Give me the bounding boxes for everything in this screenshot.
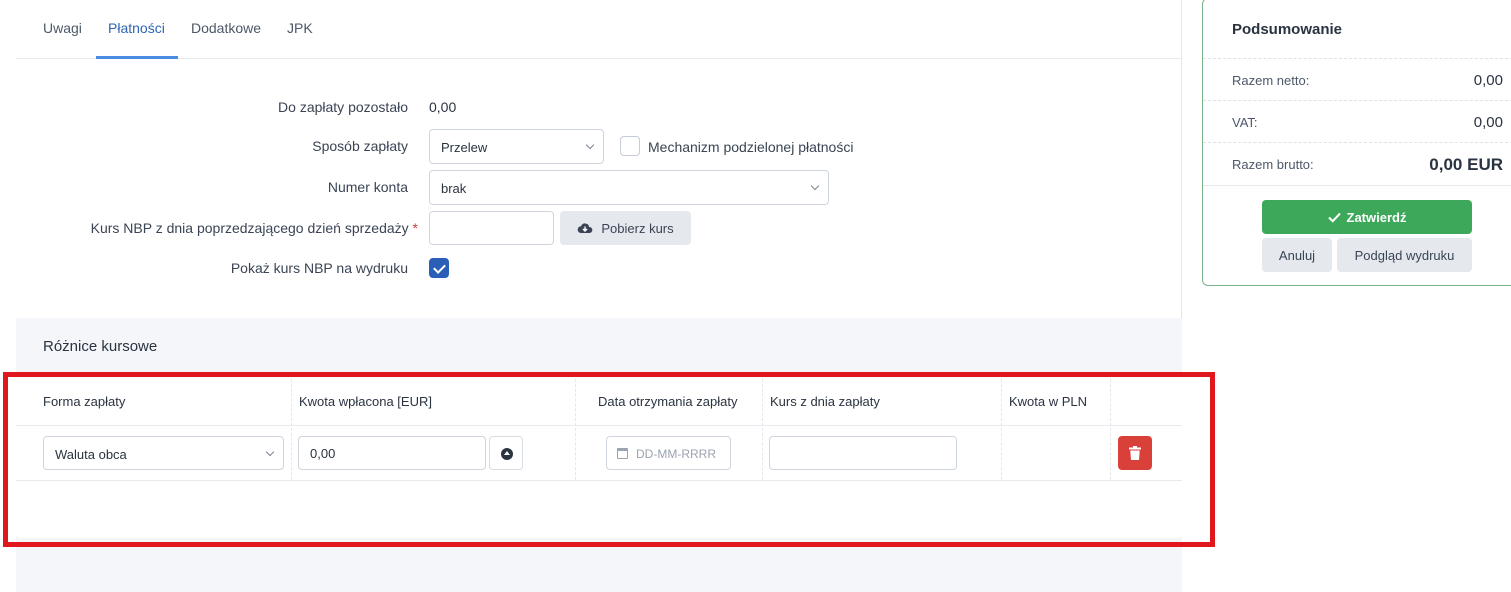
nbp-rate-label-text: Kurs NBP z dnia poprzedzającego dzień sp… xyxy=(90,220,409,236)
fetch-rate-button[interactable]: Pobierz kurs xyxy=(560,211,691,245)
payment-form-select[interactable]: Waluta obca xyxy=(43,436,284,470)
rate-input[interactable] xyxy=(769,436,957,470)
column-divider xyxy=(1001,374,1002,480)
active-tab-indicator xyxy=(96,56,178,59)
payment-form-value: Waluta obca xyxy=(55,447,127,462)
fetch-rate-label: Pobierz kurs xyxy=(601,220,674,236)
net-total-value: 0,00 xyxy=(1473,72,1503,89)
column-header: Kwota wpłacona [EUR] xyxy=(299,394,432,409)
account-value: brak xyxy=(441,181,467,196)
payments-card: Uwagi Płatności Dodatkowe JPK Do zapłaty… xyxy=(16,0,1182,318)
header-divider xyxy=(16,425,1182,426)
cancel-label: Anuluj xyxy=(1278,247,1316,263)
amount-input[interactable]: 0,00 xyxy=(298,436,486,470)
required-mark: * xyxy=(412,220,418,236)
payment-date-input[interactable]: DD-MM-RRRR xyxy=(606,436,731,470)
nbp-rate-label: Kurs NBP z dnia poprzedzającego dzień sp… xyxy=(91,220,418,236)
payment-method-label: Sposób zapłaty xyxy=(312,138,408,154)
split-payment-label: Mechanizm podzielonej płatności xyxy=(648,139,854,155)
split-payment-checkbox[interactable] xyxy=(620,136,640,156)
date-placeholder: DD-MM-RRRR xyxy=(636,447,716,461)
print-preview-label: Podgląd wydruku xyxy=(1354,247,1455,263)
exchange-table: Forma zapłaty Kwota wpłacona [EUR] Data … xyxy=(16,374,1182,538)
confirm-button[interactable]: Zatwierdź xyxy=(1262,200,1472,234)
payment-method-value: Przelew xyxy=(441,140,488,155)
gross-total-row: Razem brutto: 0,00 EUR xyxy=(1203,142,1511,186)
account-select[interactable]: brak xyxy=(429,170,829,205)
net-total-label: Razem netto: xyxy=(1232,73,1310,88)
row-divider xyxy=(16,480,1182,481)
column-divider xyxy=(1110,374,1111,480)
column-divider xyxy=(291,374,292,480)
print-preview-button[interactable]: Podgląd wydruku xyxy=(1337,238,1472,272)
remaining-value: 0,00 xyxy=(429,99,457,115)
payment-method-select[interactable]: Przelew xyxy=(429,129,604,164)
section-header: Różnice kursowe xyxy=(16,318,1182,374)
chevron-down-icon xyxy=(810,181,820,191)
net-total-row: Razem netto: 0,00 xyxy=(1203,58,1511,100)
vat-value: 0,00 xyxy=(1473,114,1503,131)
chevron-down-icon xyxy=(265,447,275,457)
column-header: Kurs z dnia zapłaty xyxy=(770,394,880,409)
check-icon xyxy=(1327,212,1341,223)
column-divider xyxy=(762,374,763,480)
delete-row-button[interactable] xyxy=(1118,436,1152,470)
account-label: Numer konta xyxy=(327,179,408,195)
chevron-down-icon xyxy=(585,140,595,150)
tab-uwagi[interactable]: Uwagi xyxy=(43,20,82,36)
show-rate-checkbox[interactable] xyxy=(429,258,449,278)
exchange-differences-section: Różnice kursowe Forma zapłaty Kwota wpła… xyxy=(16,318,1182,538)
gross-total-label: Razem brutto: xyxy=(1232,157,1314,172)
section-title: Różnice kursowe xyxy=(43,338,158,355)
nbp-rate-input[interactable] xyxy=(429,211,554,245)
gross-total-value: 0,00 EUR xyxy=(1429,155,1503,174)
confirm-label: Zatwierdź xyxy=(1346,209,1407,225)
vat-label: VAT: xyxy=(1232,115,1258,130)
trash-icon xyxy=(1129,446,1141,460)
tab-bar: Uwagi Płatności Dodatkowe JPK xyxy=(16,0,1182,59)
column-divider xyxy=(575,374,576,480)
remaining-label: Do zapłaty pozostało xyxy=(278,99,408,115)
tab-dodatkowe[interactable]: Dodatkowe xyxy=(191,20,261,36)
column-header: Data otrzymania zapłaty xyxy=(598,394,738,409)
show-rate-label: Pokaż kurs NBP na wydruku xyxy=(230,260,408,276)
summary-title: Podsumowanie xyxy=(1232,21,1343,38)
cloud-download-icon xyxy=(578,223,593,233)
column-header: Kwota w PLN xyxy=(1009,394,1088,409)
vat-row: VAT: 0,00 xyxy=(1203,100,1511,142)
column-header: Forma zapłaty xyxy=(43,394,126,409)
summary-panel: Podsumowanie Razem netto: 0,00 VAT: 0,00… xyxy=(1202,0,1511,286)
cancel-button[interactable]: Anuluj xyxy=(1262,238,1332,272)
arrow-up-circle-icon xyxy=(501,448,513,460)
tab-jpk[interactable]: JPK xyxy=(287,20,313,36)
tab-platnosci[interactable]: Płatności xyxy=(108,20,165,36)
calendar-icon xyxy=(617,448,628,459)
arrow-up-circle-button[interactable] xyxy=(489,436,523,470)
